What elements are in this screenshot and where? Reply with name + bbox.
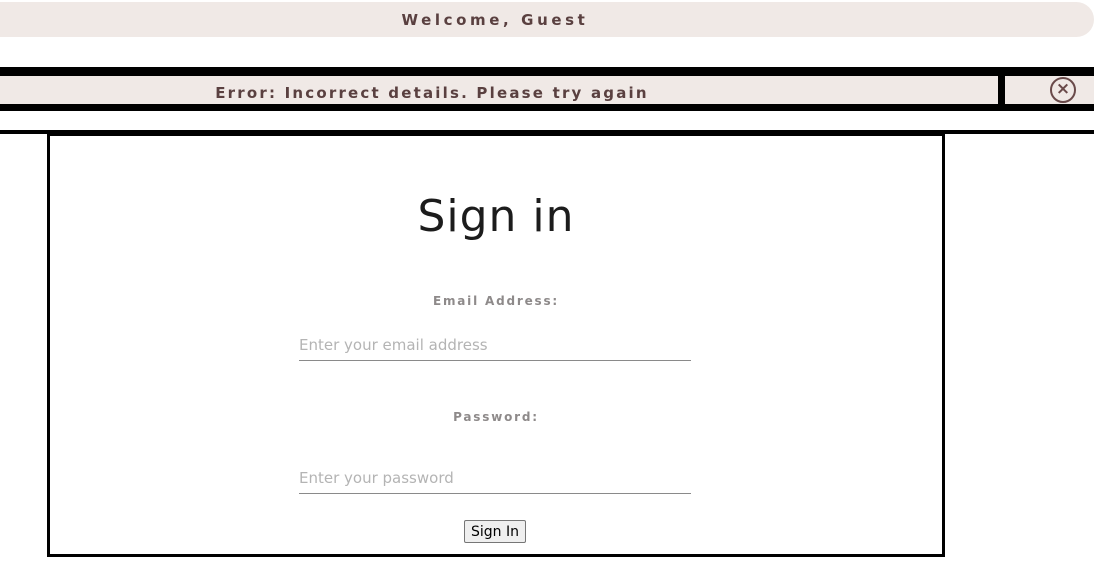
error-message-box: Error: Incorrect details. Please try aga… [0,76,998,104]
close-button-container: × [1005,76,1094,104]
password-label: Password: [453,410,539,424]
welcome-text: Welcome, Guest [401,11,589,29]
email-field[interactable] [299,330,691,361]
email-label: Email Address: [432,294,559,308]
sign-in-button[interactable]: Sign In [464,520,526,543]
close-icon[interactable]: × [1050,77,1076,103]
welcome-bar: Welcome, Guest [0,2,1094,37]
error-alert: Error: Incorrect details. Please try aga… [0,67,1094,111]
page-title: Sign in [417,191,575,242]
signin-form: Sign in Email Address: Password: Sign In [47,133,945,557]
password-field[interactable] [299,463,691,494]
error-message: Error: Incorrect details. Please try aga… [215,84,649,102]
